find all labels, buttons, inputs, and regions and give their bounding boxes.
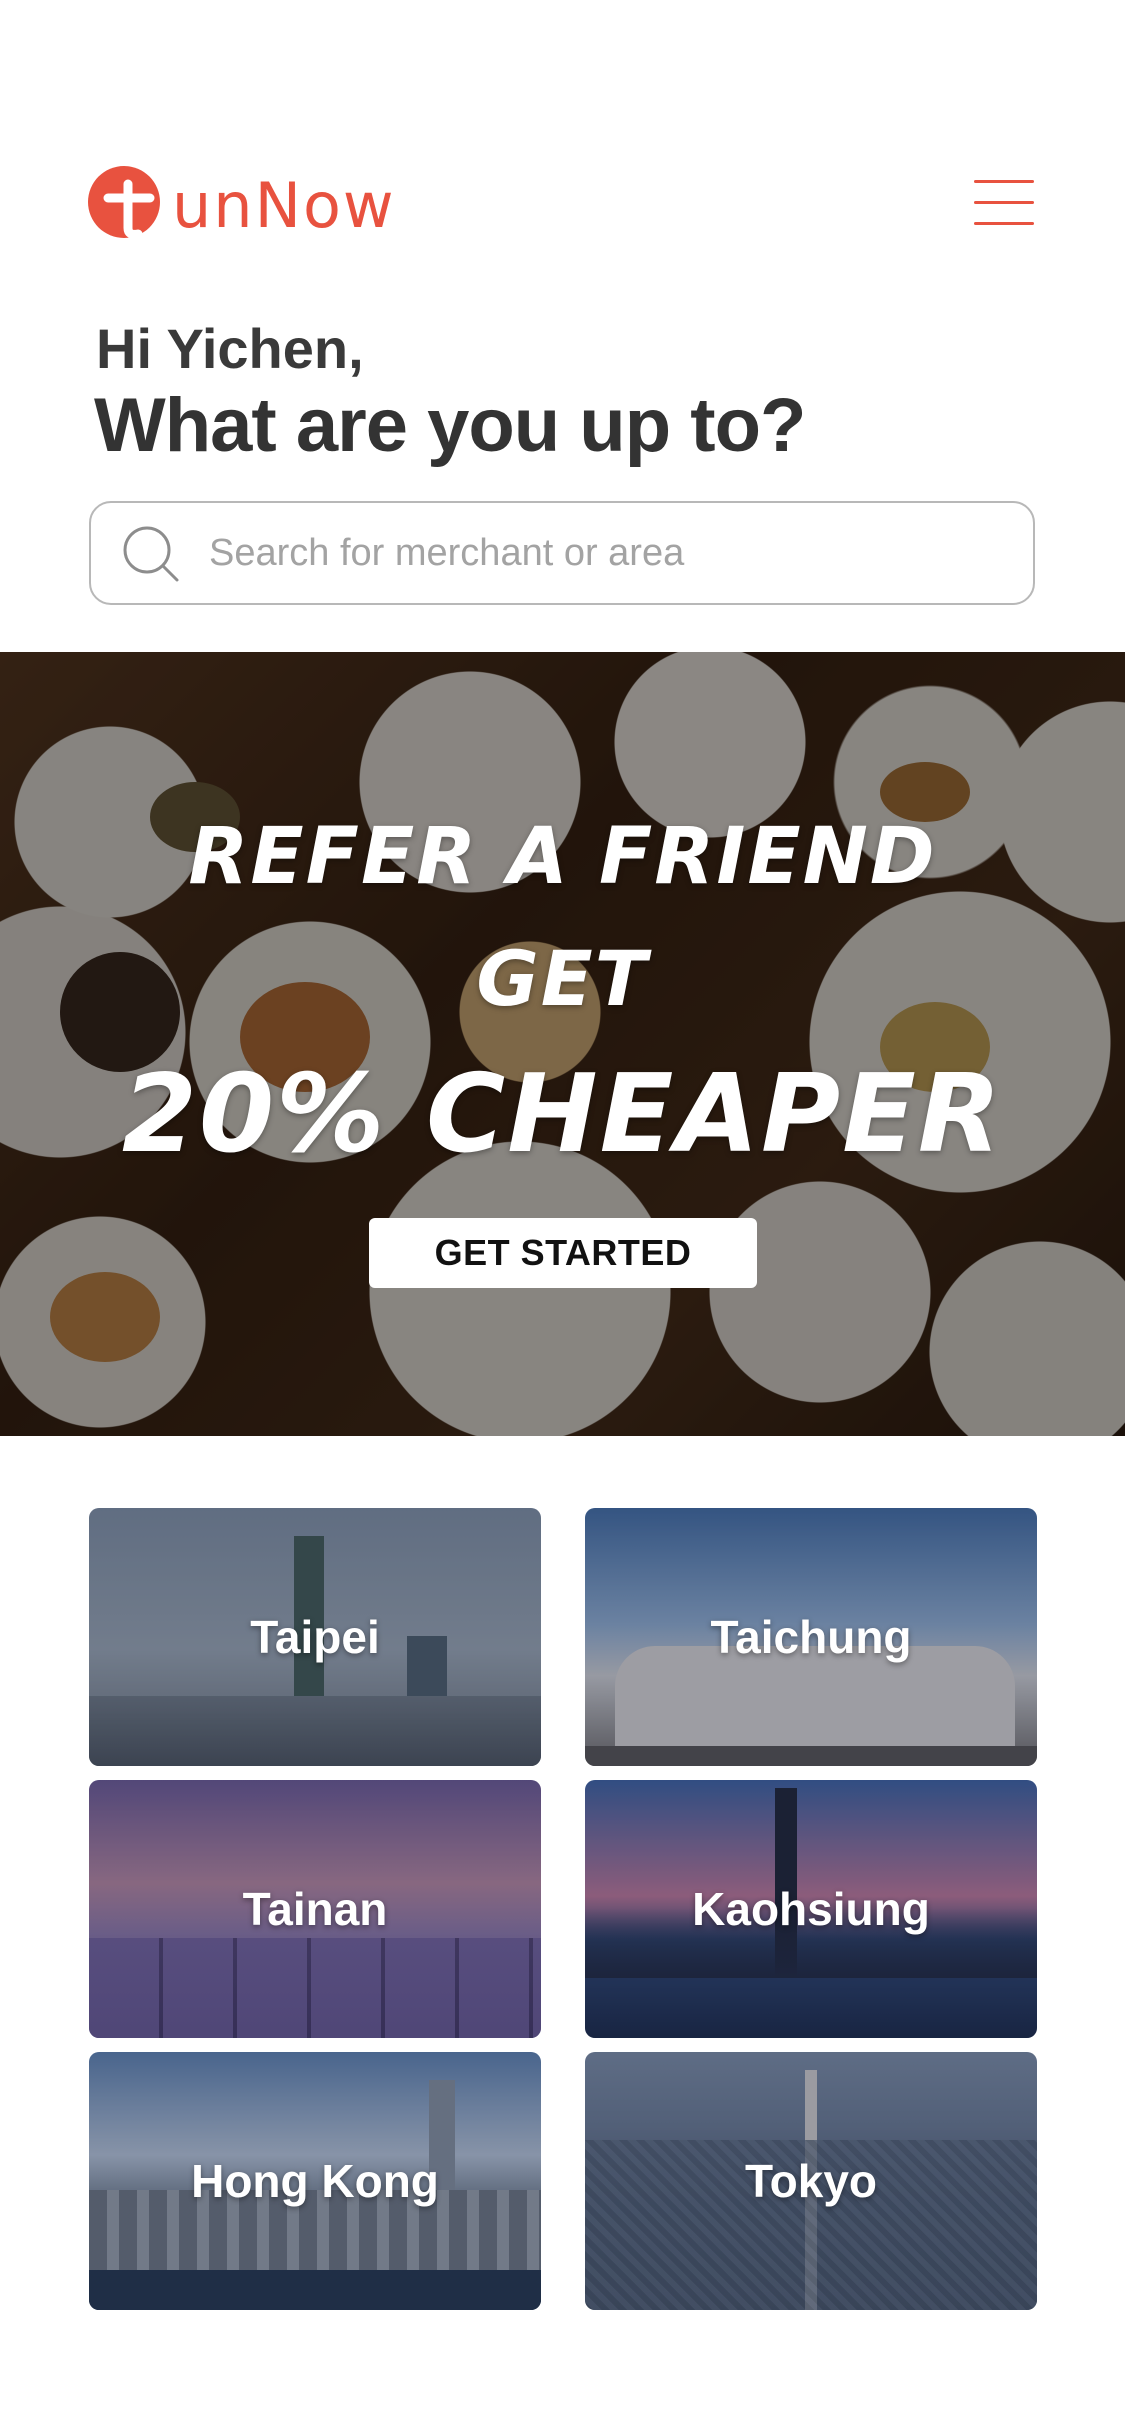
logo-mark-icon	[88, 166, 160, 239]
city-name: Hong Kong	[191, 2155, 439, 2207]
city-name: Kaohsiung	[692, 1883, 930, 1935]
get-started-button[interactable]: GET STARTED	[369, 1218, 757, 1288]
city-card-kaohsiung[interactable]: Kaohsiung	[585, 1780, 1037, 2038]
city-card-tokyo[interactable]: Tokyo	[585, 2052, 1037, 2310]
city-card-taichung[interactable]: Taichung	[585, 1508, 1037, 1766]
city-name: Tokyo	[744, 2155, 878, 2207]
promo-banner[interactable]: Refer a friend Get 20% cheaper GET START…	[0, 652, 1125, 1436]
city-name: Taichung	[710, 1611, 912, 1663]
city-name: Taipei	[250, 1611, 380, 1663]
search-bar[interactable]	[89, 501, 1035, 605]
promo-line-1: Refer a friend	[188, 812, 937, 902]
city-card-taipei[interactable]: Taipei	[89, 1508, 541, 1766]
search-icon	[123, 526, 179, 582]
app-header: unNow	[0, 0, 1125, 300]
city-card-hong-kong[interactable]: Hong Kong	[89, 2052, 541, 2310]
brand-logo[interactable]: unNow	[88, 162, 396, 242]
promo-line-3: 20% cheaper	[121, 1052, 1004, 1177]
promo-line-2: Get	[476, 934, 649, 1023]
search-input[interactable]	[207, 530, 991, 576]
brand-name: unNow	[172, 169, 396, 242]
hamburger-menu-icon[interactable]	[972, 174, 1036, 230]
greeting-text: Hi Yichen,	[96, 317, 364, 380]
page-headline: What are you up to?	[94, 383, 806, 468]
city-name: Tainan	[242, 1883, 388, 1935]
city-card-tainan[interactable]: Tainan	[89, 1780, 541, 2038]
